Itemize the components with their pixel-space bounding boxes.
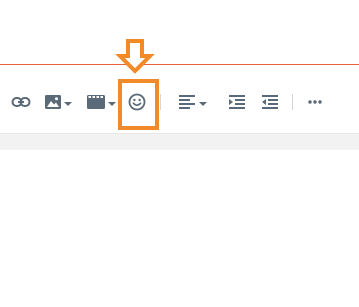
indent-icon [229,95,245,109]
editor-toolbar [0,80,359,124]
link-button[interactable] [8,80,34,124]
image-icon [44,95,61,109]
editor-page [0,0,359,307]
toolbar-separator [292,94,293,110]
outdent-button[interactable] [259,80,281,124]
more-options-button[interactable] [303,80,327,124]
outdent-icon [262,95,278,109]
toolbar-separator [160,94,161,110]
indent-button[interactable] [226,80,248,124]
header-divider [0,64,359,65]
more-horizontal-icon [308,100,322,104]
emoji-highlight-box [118,79,159,130]
film-icon [86,95,105,109]
insert-image-button[interactable] [42,80,74,124]
align-button[interactable] [176,80,210,124]
chevron-down-icon [63,102,72,106]
editor-content-area[interactable] [0,150,359,307]
insert-media-button[interactable] [84,80,118,124]
link-icon [11,97,31,107]
chevron-down-icon [199,102,207,106]
align-left-icon [179,95,195,109]
down-arrow-icon [115,39,155,74]
toolbar-bottom-band [0,133,359,150]
chevron-down-icon [107,102,116,106]
